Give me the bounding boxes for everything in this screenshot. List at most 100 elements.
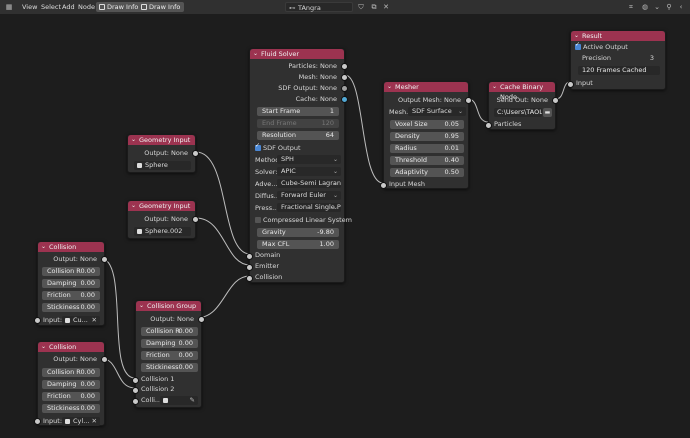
emitter-input-socket[interactable] <box>246 264 253 271</box>
overlay-dropdown-icon[interactable]: ⌄ <box>652 2 662 12</box>
node-header[interactable]: ⌄ Collision Group <box>136 301 201 311</box>
mesher-node[interactable]: ⌄ Mesher Output Mesh: None Mesh... SDF Su… <box>380 81 472 189</box>
input-object-field[interactable]: Cu... ✕ <box>62 316 100 325</box>
output-socket[interactable] <box>192 216 199 223</box>
input-object-field[interactable]: Cyl... ✕ <box>62 417 100 426</box>
collapse-icon[interactable]: ⌄ <box>492 82 497 92</box>
particles-input-socket[interactable] <box>485 122 492 129</box>
gravity-field[interactable]: Gravity -9.80 <box>257 228 339 237</box>
send-out-socket[interactable] <box>552 97 559 104</box>
node-header[interactable]: ⌄ Mesher <box>384 82 468 92</box>
radius-field[interactable]: Radius 0.01 <box>390 144 464 153</box>
active-output-checkbox[interactable] <box>575 41 581 50</box>
collapse-icon[interactable]: ⌄ <box>253 49 258 59</box>
object-field[interactable]: Sphere.002 <box>134 227 191 236</box>
collapse-icon[interactable]: ⌄ <box>574 31 579 41</box>
cache-path-field[interactable]: C:\Users\TAOL... <box>494 108 542 117</box>
collision-node-1[interactable]: ⌄ Collision Output: None Collision R 0.00 … <box>34 241 108 326</box>
solver-select[interactable]: APIC ⌄ <box>277 167 341 176</box>
pin-icon[interactable]: ⚲ <box>664 2 674 12</box>
collision-3-socket[interactable] <box>132 398 139 405</box>
input-socket[interactable] <box>34 317 41 324</box>
max-cfl-field[interactable]: Max CFL 1.00 <box>257 240 339 249</box>
input-mesh-socket[interactable] <box>380 182 387 189</box>
fluid-solver-node[interactable]: ⌄ Fluid Solver Particles: None Mesh: None… <box>246 48 352 283</box>
clear-icon[interactable]: ✕ <box>92 316 97 325</box>
geometry-input-node-2[interactable]: ⌄ Geometry Input Output: None Sphere.002 <box>127 200 199 239</box>
cache-output-socket[interactable] <box>341 96 348 103</box>
voxel-size-field[interactable]: Voxel Size 0.05 <box>390 120 464 129</box>
cache-binary-node[interactable]: ⌄ Cache Binary Node Send Out: None C:\Use… <box>485 81 559 130</box>
damping-field[interactable]: Damping 0.00 <box>141 339 198 348</box>
eyedropper-icon[interactable]: ✎ <box>190 396 195 405</box>
collision-r-field[interactable]: Collision R 0.00 <box>42 368 100 377</box>
menu-node[interactable]: Node <box>78 2 95 12</box>
collision-node-2[interactable]: ⌄ Collision Output: None Collision R 0.00 … <box>34 341 108 426</box>
output-socket[interactable] <box>101 356 108 363</box>
method-select[interactable]: SPH ⌄ <box>277 155 341 164</box>
collapse-icon[interactable]: ⌄ <box>41 342 46 352</box>
sidebar-toggle-icon[interactable]: ‹ <box>676 2 686 12</box>
draw-info-button-2[interactable]: Draw Info <box>138 2 185 12</box>
collision-group-node[interactable]: ⌄ Collision Group Output: None Collision … <box>132 300 205 408</box>
damping-field[interactable]: Damping 0.00 <box>42 380 100 389</box>
collision-1-socket[interactable] <box>132 377 139 384</box>
compressed-linear-checkbox[interactable] <box>255 217 261 223</box>
node-header[interactable]: ⌄ Geometry Input <box>128 201 195 211</box>
menu-view[interactable]: View <box>22 2 37 12</box>
stickiness-field[interactable]: Stickiness 0.00 <box>42 404 100 413</box>
domain-input-socket[interactable] <box>246 253 253 260</box>
threshold-field[interactable]: Threshold 0.40 <box>390 156 464 165</box>
node-header[interactable]: ⌄ Result <box>571 31 665 41</box>
damping-field[interactable]: Damping 0.00 <box>42 279 100 288</box>
collision-input-socket[interactable] <box>246 275 253 282</box>
collision-r-field[interactable]: Collision R 0.00 <box>42 267 100 276</box>
stickiness-field[interactable]: Stickiness 0.00 <box>42 303 100 312</box>
output-socket[interactable] <box>198 316 205 323</box>
input-socket[interactable] <box>34 418 41 425</box>
folder-icon[interactable]: ▬ <box>543 108 552 117</box>
collapse-icon[interactable]: ⌄ <box>387 82 392 92</box>
geometry-input-node-1[interactable]: ⌄ Geometry Input Output: None Sphere <box>127 134 199 173</box>
editor-type-icon[interactable]: ▦ <box>4 2 14 12</box>
stickiness-field[interactable]: Stickiness 0.00 <box>141 363 198 372</box>
snap-icon[interactable]: ⌗ <box>626 2 636 12</box>
output-socket[interactable] <box>101 256 108 263</box>
node-tree-selector[interactable]: ⊷ TAngra <box>285 2 353 12</box>
menu-add[interactable]: Add <box>62 2 75 12</box>
advection-select[interactable]: Cube-Semi Lagran... ⌄ <box>277 179 341 188</box>
collapse-icon[interactable]: ⌄ <box>131 135 136 145</box>
node-header[interactable]: ⌄ Collision <box>38 342 104 352</box>
result-input-socket[interactable] <box>567 81 574 88</box>
mesh-type-select[interactable]: SDF Surface ⌄ <box>408 107 466 116</box>
mesh-output-socket[interactable] <box>341 74 348 81</box>
particles-output-socket[interactable] <box>341 63 348 70</box>
node-header[interactable]: ⌄ Collision <box>38 242 104 252</box>
close-icon[interactable]: ✕ <box>381 2 391 12</box>
sdf-output-socket[interactable] <box>341 85 348 92</box>
output-mesh-socket[interactable] <box>465 97 472 104</box>
node-header[interactable]: ⌄ Geometry Input <box>128 135 195 145</box>
end-frame-field[interactable]: End Frame 120 <box>257 119 339 128</box>
object-field[interactable]: Sphere <box>134 161 191 170</box>
friction-field[interactable]: Friction 0.00 <box>141 351 198 360</box>
density-field[interactable]: Density 0.95 <box>390 132 464 141</box>
resolution-field[interactable]: Resolution 64 <box>257 131 339 140</box>
node-header[interactable]: ⌄ Fluid Solver <box>250 49 344 59</box>
overlay-icon[interactable]: ◍ <box>640 2 650 12</box>
friction-field[interactable]: Friction 0.00 <box>42 291 100 300</box>
collapse-icon[interactable]: ⌄ <box>139 301 144 311</box>
result-node[interactable]: ⌄Result Active Output Precision 3 120 Fr… <box>567 30 666 90</box>
precision-value[interactable]: 3 <box>650 53 654 63</box>
start-frame-field[interactable]: Start Frame 1 <box>257 107 339 116</box>
output-socket[interactable] <box>192 150 199 157</box>
new-tree-icon[interactable]: ⧉ <box>369 2 379 12</box>
draw-info-button-1[interactable]: Draw Info <box>96 2 143 12</box>
friction-field[interactable]: Friction 0.00 <box>42 392 100 401</box>
collapse-icon[interactable]: ⌄ <box>41 242 46 252</box>
pressure-select[interactable]: Fractional Single Ph...⌄ <box>277 203 341 212</box>
sdf-output-checkbox[interactable] <box>255 142 261 151</box>
adaptivity-field[interactable]: Adaptivity 0.50 <box>390 168 464 177</box>
collision-r-field[interactable]: Collision R 0.00 <box>141 327 198 336</box>
collision-2-socket[interactable] <box>132 387 139 394</box>
